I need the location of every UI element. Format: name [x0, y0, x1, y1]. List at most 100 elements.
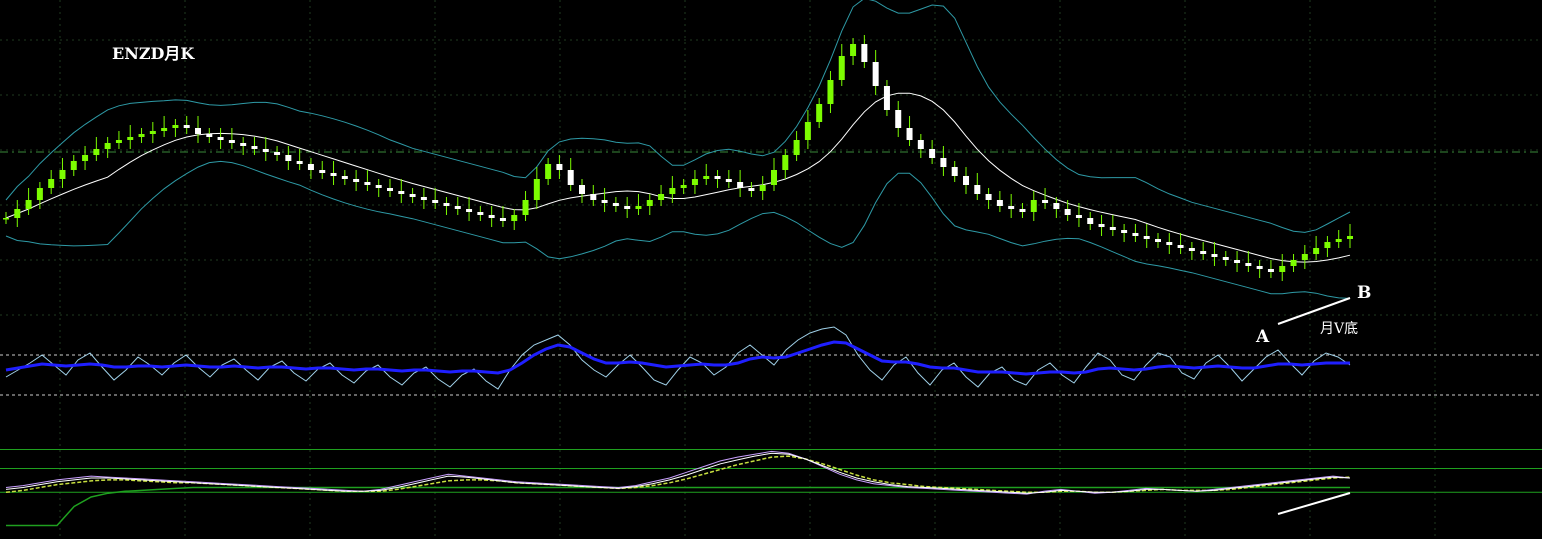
candle-body	[364, 182, 371, 185]
candle-body	[375, 185, 382, 188]
candle-body	[1132, 233, 1139, 236]
candle-body	[850, 44, 857, 56]
candle-body	[974, 185, 981, 194]
candle-body	[861, 44, 868, 62]
candle-body	[951, 167, 958, 176]
candle-body	[25, 200, 32, 209]
candle-body	[14, 209, 21, 218]
candle-body	[1222, 257, 1229, 260]
candle-body	[1267, 269, 1274, 272]
candle-body	[545, 164, 552, 179]
candle-body	[579, 185, 585, 194]
candle-body	[590, 194, 597, 200]
candle-body	[759, 185, 766, 191]
candle-body	[398, 191, 405, 194]
candle-body	[1087, 218, 1094, 224]
candle-body	[341, 176, 348, 179]
stochastic-trend-line	[1277, 492, 1351, 515]
candle-body	[274, 152, 281, 155]
candle-body	[296, 161, 303, 164]
candle-body	[59, 170, 66, 179]
candle-body	[1053, 203, 1060, 209]
candle-body	[1313, 248, 1320, 254]
candle-body	[1256, 266, 1263, 269]
upper-band-line	[5, 0, 1351, 233]
candle-body	[1301, 254, 1308, 260]
candle-body	[115, 140, 122, 143]
candle-body	[646, 200, 653, 206]
chart-root: ENZD月K A B 月V底	[0, 0, 1542, 539]
candle-body	[161, 128, 168, 131]
candle-body	[217, 137, 224, 140]
candle-body	[838, 56, 845, 80]
candle-body	[262, 149, 269, 152]
candle-body	[658, 194, 665, 200]
candle-body	[82, 155, 89, 161]
candle-body	[443, 203, 450, 206]
candle-body	[1098, 224, 1105, 227]
candle-body	[420, 197, 427, 200]
candle-body	[917, 140, 924, 149]
grid	[0, 0, 1542, 539]
point-b-label: B	[1357, 283, 1371, 303]
candle-body	[70, 161, 77, 170]
stochastic-pane	[0, 449, 1542, 527]
candle-body	[1075, 215, 1082, 218]
candle-body	[1008, 206, 1015, 209]
candle-body	[228, 140, 235, 143]
candle-body	[1347, 236, 1353, 239]
candle-body	[432, 200, 439, 203]
candle-body	[725, 179, 732, 182]
candle-body	[499, 218, 506, 221]
candle-body	[691, 179, 698, 185]
candle-body	[612, 203, 619, 206]
candle-body	[285, 155, 292, 161]
candle-body	[1200, 251, 1207, 254]
candle-body	[195, 128, 201, 134]
rsi-slow-line	[5, 340, 1350, 376]
candle-body	[816, 104, 823, 122]
candle-body	[1143, 236, 1150, 239]
chart-title: ENZD月K	[112, 44, 195, 63]
candle-body	[748, 188, 755, 191]
candle-body	[827, 80, 834, 104]
candle-body	[1064, 209, 1071, 215]
candle-body	[556, 164, 563, 170]
candle-body	[635, 206, 642, 209]
candle-body	[1290, 260, 1297, 266]
price-pane	[0, 0, 1542, 299]
candle-body	[703, 176, 710, 179]
candle-body	[624, 206, 631, 209]
candle-body	[782, 155, 789, 170]
candle-body	[1279, 266, 1286, 272]
candle-body	[240, 143, 247, 146]
candle-body	[1324, 242, 1331, 248]
candle-body	[669, 188, 676, 194]
candle-body	[127, 137, 134, 140]
candle-body	[36, 188, 43, 200]
candle-body	[533, 179, 540, 200]
candle-body	[714, 176, 721, 179]
candle-body	[1335, 239, 1342, 242]
candle-body	[804, 122, 811, 140]
candle-body	[1177, 245, 1184, 248]
candle-body	[1155, 239, 1161, 242]
candle-body	[1211, 254, 1218, 257]
candle-body	[793, 140, 800, 155]
candle-body	[1234, 260, 1241, 263]
candle-body	[48, 179, 55, 188]
candle-body	[996, 200, 1003, 206]
candle-body	[1188, 248, 1195, 251]
candle-body	[940, 158, 947, 167]
candle-body	[737, 182, 744, 188]
candle-body	[511, 215, 518, 221]
candle-body	[387, 188, 393, 191]
candle-body	[3, 218, 9, 220]
stoch-baseline-line	[6, 486, 1350, 527]
candle-body	[1109, 227, 1116, 230]
candle-body	[307, 164, 314, 170]
candle-body	[883, 86, 890, 110]
candle-body	[488, 215, 495, 218]
candle-body	[330, 173, 337, 176]
enzd-monthly-chart: ENZD月K A B 月V底	[0, 0, 1542, 539]
